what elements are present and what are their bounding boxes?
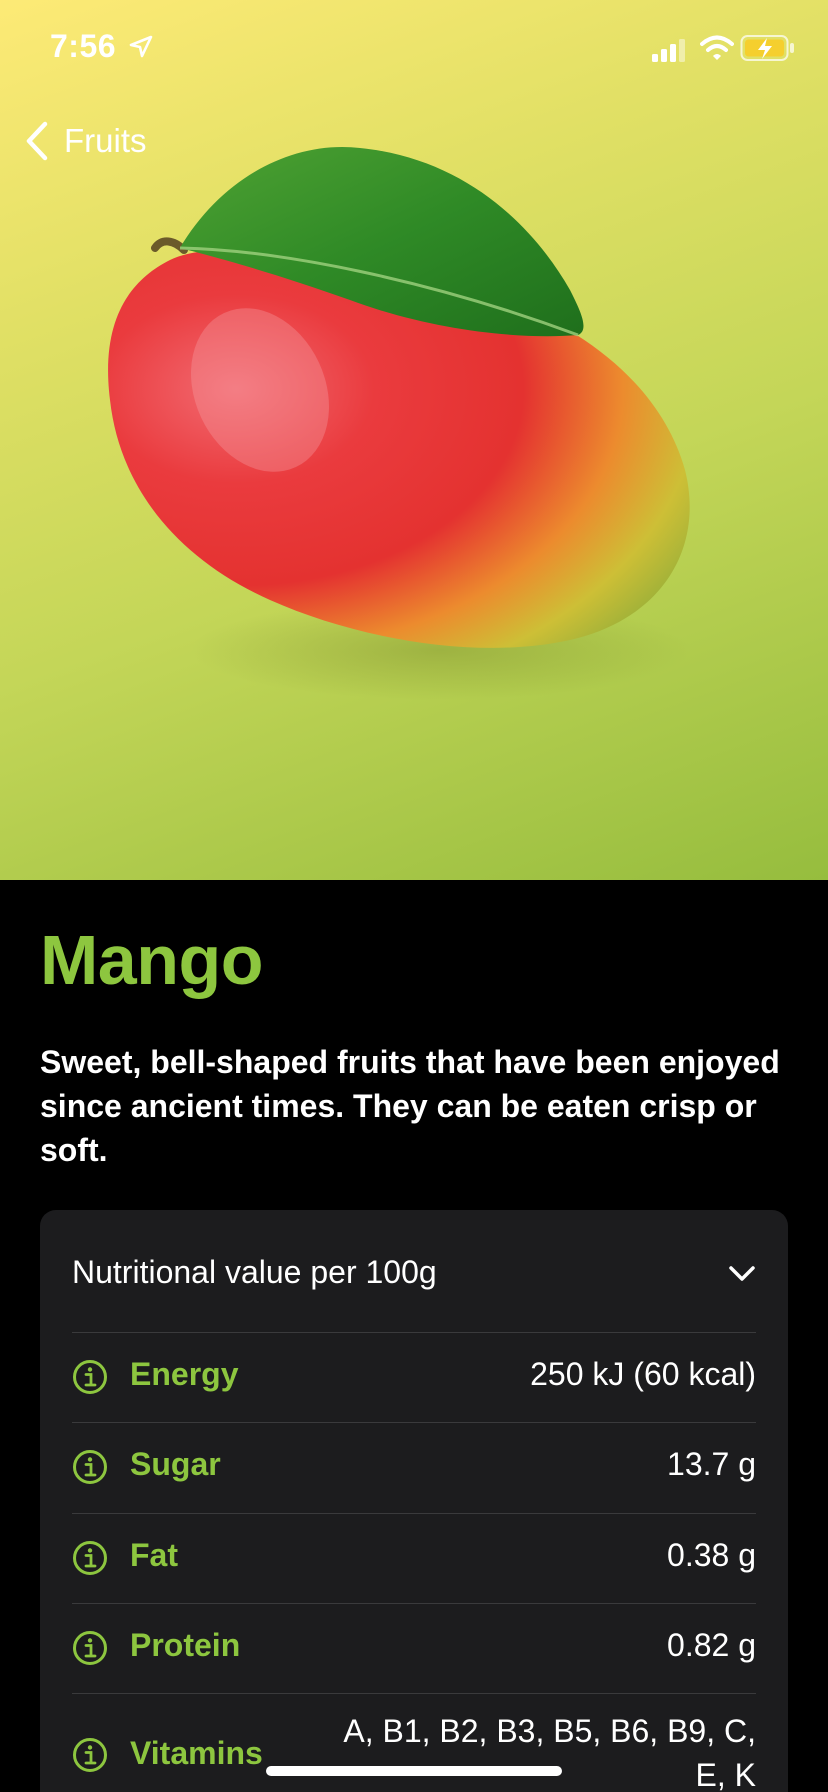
- nutrition-disclosure-toggle[interactable]: Nutritional value per 100g: [72, 1210, 756, 1333]
- chevron-down-icon: [729, 1266, 755, 1281]
- nutrient-row-fat: Fat 0.38 g: [72, 1513, 756, 1604]
- cellular-signal-icon: [652, 39, 685, 62]
- fruit-description: Sweet, bell-shaped fruits that have been…: [40, 1044, 780, 1168]
- nutrient-value-line-2: E, K: [695, 1757, 756, 1792]
- status-bar: 7:56: [0, 0, 828, 96]
- info-icon[interactable]: [72, 1630, 108, 1666]
- nutrition-disclosure-card: Nutritional value per 100g Energy 250 kJ…: [40, 1210, 788, 1792]
- nutrient-name: Vitamins: [130, 1735, 263, 1771]
- mango-image: [108, 146, 690, 700]
- nutrient-value: 250 kJ (60 kcal): [530, 1356, 756, 1392]
- content-section: Mango Sweet, bell-shaped fruits that hav…: [0, 880, 828, 1792]
- location-arrow-icon: [129, 35, 153, 58]
- nutrient-value: 0.82 g: [667, 1627, 756, 1663]
- home-indicator: [266, 1766, 562, 1776]
- nutrient-name: Sugar: [130, 1446, 221, 1482]
- wifi-icon: [700, 35, 734, 60]
- nutrient-value: 0.38 g: [667, 1537, 756, 1573]
- nutrient-value-line-1: A, B1, B2, B3, B5, B6, B9, C,: [343, 1713, 756, 1749]
- nutrition-header-label: Nutritional value per 100g: [72, 1254, 437, 1290]
- nutrient-name: Protein: [130, 1627, 241, 1663]
- nutrient-value: 13.7 g: [667, 1446, 756, 1482]
- fruit-title: Mango: [40, 921, 264, 999]
- status-time: 7:56: [50, 28, 117, 64]
- info-icon[interactable]: [72, 1540, 108, 1576]
- fruit-detail-screen: 7:56 Fruits Mango Sweet, bell-shaped fru…: [0, 0, 828, 1792]
- info-icon[interactable]: [72, 1359, 108, 1395]
- chevron-left-icon: [26, 121, 48, 161]
- nutrient-name: Fat: [130, 1537, 178, 1573]
- nutrient-row-protein: Protein 0.82 g: [72, 1603, 756, 1694]
- hero-header: 7:56 Fruits: [0, 0, 828, 880]
- nutrient-row-sugar: Sugar 13.7 g: [72, 1422, 756, 1514]
- nutrient-row-energy: Energy 250 kJ (60 kcal): [72, 1332, 756, 1423]
- nutrient-name: Energy: [130, 1356, 239, 1392]
- nutrient-row-vitamins: Vitamins A, B1, B2, B3, B5, B6, B9, C, E…: [72, 1693, 756, 1792]
- battery-charging-icon: [740, 35, 794, 61]
- info-icon[interactable]: [72, 1449, 108, 1485]
- info-icon[interactable]: [72, 1737, 108, 1773]
